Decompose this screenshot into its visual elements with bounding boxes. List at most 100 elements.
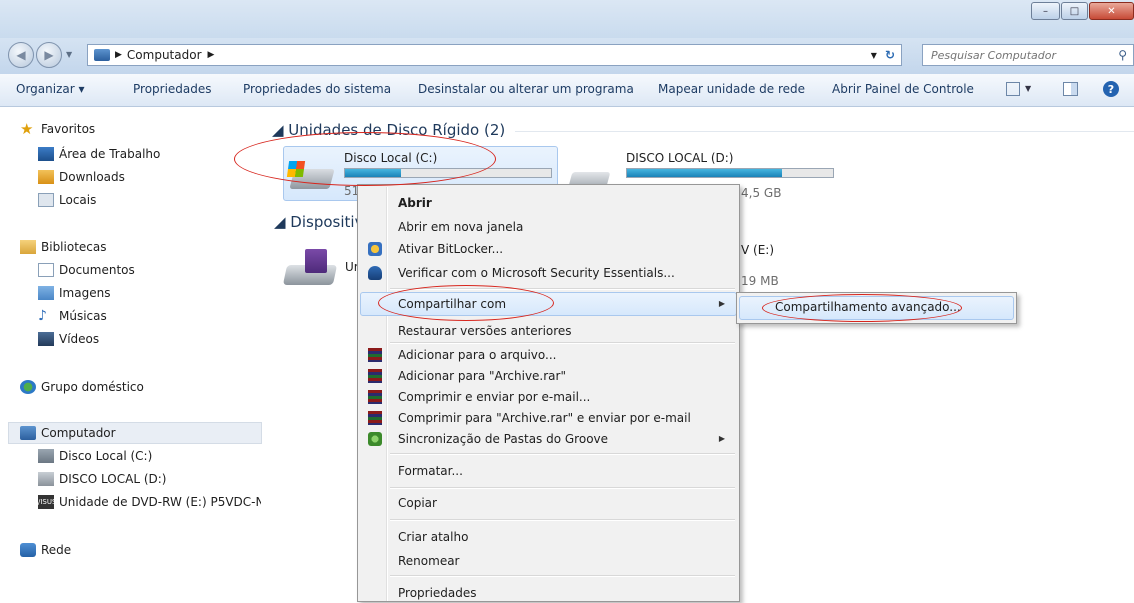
breadcrumb-computer[interactable]: Computador [127,48,202,62]
system-properties-button[interactable]: Propriedades do sistema [243,82,391,96]
nav-music[interactable]: ♪ Músicas [38,306,107,326]
nav-desktop-label: Área de Trabalho [59,147,161,161]
recent-pages-chevron-icon[interactable]: ▼ [66,50,72,59]
nav-computer-label: Computador [41,426,116,440]
menu-item-add-to-archive-rar[interactable]: Adicionar para "Archive.rar" [398,366,566,386]
nav-computer[interactable]: Computador [20,423,116,443]
breadcrumb-arrow-icon[interactable]: ▶ [208,50,215,60]
search-input[interactable] [929,47,1113,63]
maximize-button[interactable]: □ [1061,2,1088,20]
forward-button[interactable]: ▶ [36,42,62,68]
help-icon[interactable]: ? [1103,81,1119,97]
address-bar[interactable]: ▶ Computador ▶ ▼ ↻ [87,44,902,66]
nav-videos[interactable]: Vídeos [38,329,99,349]
nav-desktop[interactable]: Área de Trabalho [38,144,160,164]
map-network-drive-button[interactable]: Mapear unidade de rede [658,82,805,96]
submenu-arrow-icon: ▶ [718,299,725,308]
drive-d-free-space: 4,5 GB [741,186,782,200]
winrar-icon [368,348,382,362]
search-icon[interactable]: ⚲ [1118,48,1127,62]
breadcrumb-arrow-icon[interactable]: ▶ [115,50,122,60]
groove-sync-icon [368,432,382,446]
winrar-icon [368,411,382,425]
nav-homegroup-label: Grupo doméstico [41,380,144,394]
open-control-panel-button[interactable]: Abrir Painel de Controle [832,82,974,96]
nav-network[interactable]: Rede [20,540,71,560]
forward-arrow-icon: ▶ [44,48,54,62]
menu-item-compress-email[interactable]: Comprimir e enviar por e-mail... [398,387,590,407]
nav-drive-c-label: Disco Local (C:) [59,449,153,463]
menu-item-create-shortcut[interactable]: Criar atalho [398,527,468,547]
properties-button[interactable]: Propriedades [133,82,212,96]
drive-icon [38,472,54,486]
computer-icon [94,49,110,61]
nav-videos-label: Vídeos [59,332,100,346]
organize-menu[interactable]: Organizar ▾ [16,82,85,96]
command-bar: Organizar ▾ Propriedades Propriedades do… [0,74,1134,107]
libraries-icon [20,240,36,254]
winrar-icon [368,369,382,383]
nav-favorites[interactable]: ★ Favoritos [20,119,95,139]
nav-music-label: Músicas [59,309,107,323]
nav-documents[interactable]: Documentos [38,260,135,280]
menu-item-compress-rar-email[interactable]: Comprimir para "Archive.rar" e enviar po… [398,408,691,428]
nav-favorites-label: Favoritos [41,122,96,136]
security-essentials-icon [368,266,382,280]
menu-item-groove-sync[interactable]: Sincronização de Pastas do Groove [398,429,608,449]
nav-homegroup[interactable]: Grupo doméstico [20,377,144,397]
nav-libraries-label: Bibliotecas [41,240,107,254]
dvd-label-partial[interactable]: V (E:) [741,243,774,257]
group-divider [515,131,1134,132]
nav-images-label: Imagens [59,286,111,300]
address-dropdown-icon[interactable]: ▼ [871,51,877,60]
nav-drive-d-label: DISCO LOCAL (D:) [59,472,167,486]
menu-item-add-to-archive[interactable]: Adicionar para o arquivo... [398,345,556,365]
search-box[interactable]: ⚲ [922,44,1134,66]
refresh-icon[interactable]: ↻ [885,48,895,62]
menu-item-open[interactable]: Abrir [398,193,432,213]
computer-icon [20,426,36,440]
shield-icon [368,242,382,256]
nav-libraries[interactable]: Bibliotecas [20,237,106,257]
star-icon: ★ [20,120,34,138]
menu-item-restore-previous[interactable]: Restaurar versões anteriores [398,321,572,341]
nav-places-label: Locais [59,193,97,207]
back-arrow-icon: ◀ [16,48,26,62]
menu-item-rename[interactable]: Renomear [398,551,460,571]
winrar-icon [368,390,382,404]
back-button[interactable]: ◀ [8,42,34,68]
nav-downloads[interactable]: Downloads [38,167,125,187]
nav-places[interactable]: Locais [38,190,96,210]
videos-icon [38,332,54,346]
images-icon [38,286,54,300]
dvd-size-partial: 19 MB [741,274,779,288]
menu-item-bitlocker[interactable]: Ativar BitLocker... [398,239,503,259]
network-icon [20,543,36,557]
nav-images[interactable]: Imagens [38,283,110,303]
close-button[interactable]: ✕ [1089,2,1134,20]
nav-drive-d[interactable]: DISCO LOCAL (D:) [38,469,166,489]
drive-d-name[interactable]: DISCO LOCAL (D:) [626,151,733,165]
nav-documents-label: Documentos [59,263,135,277]
minimize-button[interactable]: – [1031,2,1060,20]
menu-item-security-essentials[interactable]: Verificar com o Microsoft Security Essen… [398,263,675,283]
menu-item-format[interactable]: Formatar... [398,461,463,481]
group-header-removable[interactable]: ◢ Dispositiv [274,213,363,231]
change-view-icon[interactable] [1006,82,1020,96]
nav-drive-e[interactable]: /ISUS Unidade de DVD-RW (E:) P5VDC-N [38,492,261,512]
desktop-icon [38,147,54,161]
drive-icon [38,449,54,463]
view-dropdown-icon[interactable]: ▼ [1025,84,1031,93]
menu-item-copy[interactable]: Copiar [398,493,437,513]
menu-item-open-new-window[interactable]: Abrir em nova janela [398,217,523,237]
uninstall-program-button[interactable]: Desinstalar ou alterar um programa [418,82,634,96]
nav-network-label: Rede [41,543,72,557]
preview-pane-icon[interactable] [1063,82,1078,96]
music-note-icon: ♪ [38,308,47,324]
nav-downloads-label: Downloads [59,170,125,184]
downloads-icon [38,170,54,184]
nav-drive-c[interactable]: Disco Local (C:) [38,446,152,466]
annotation-ellipse-advanced-sharing [762,294,962,322]
menu-item-properties[interactable]: Propriedades [398,583,477,603]
title-bar: – □ ✕ [0,0,1134,38]
